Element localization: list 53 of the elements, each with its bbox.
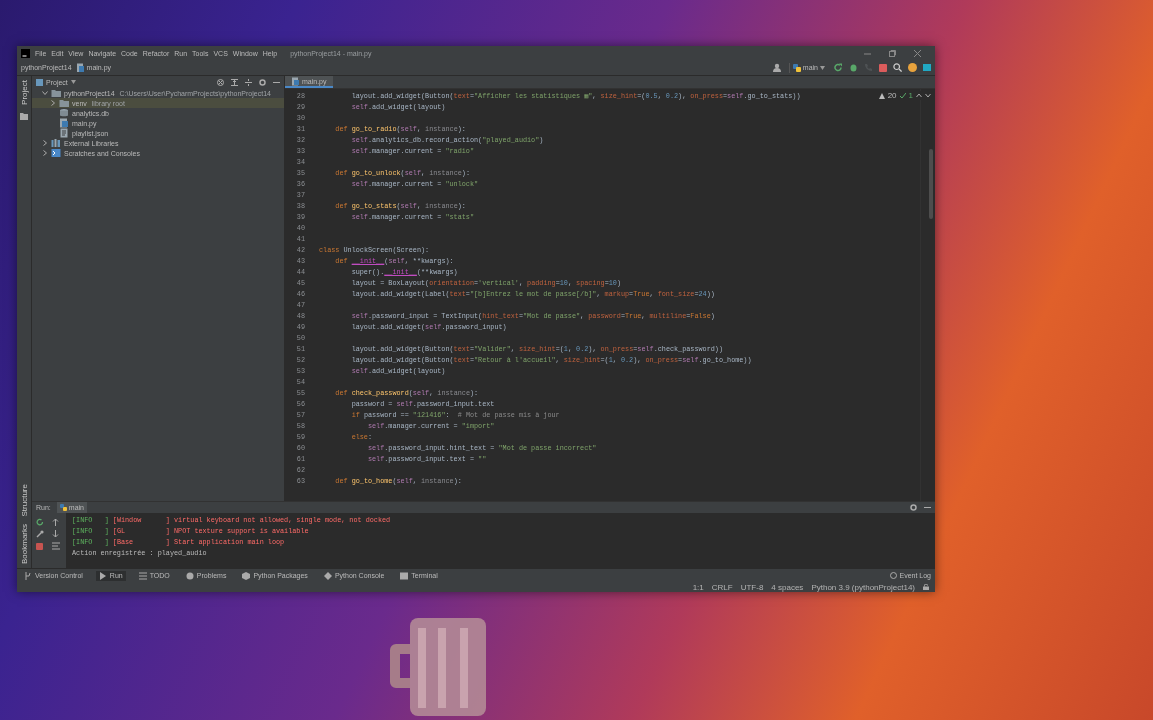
tool-window-label[interactable]: Project xyxy=(19,80,29,105)
scrollbar-thumb[interactable] xyxy=(929,149,933,219)
app-logo-icon xyxy=(21,48,30,58)
caret-icon xyxy=(820,65,825,70)
diamond-icon xyxy=(323,571,332,580)
list-icon xyxy=(138,571,147,580)
wrench-icon[interactable] xyxy=(36,530,44,538)
chevron-down-icon xyxy=(925,93,931,98)
folder-icon[interactable] xyxy=(20,112,28,120)
restore-icon[interactable] xyxy=(889,49,896,57)
tool-window-label[interactable]: Bookmarks xyxy=(19,524,29,564)
library-icon xyxy=(51,138,61,148)
chevron-right-icon[interactable] xyxy=(50,100,56,106)
expand-all-icon[interactable] xyxy=(245,78,252,86)
check-icon xyxy=(899,92,906,99)
user-icon[interactable] xyxy=(772,63,783,72)
arrow-down-icon[interactable] xyxy=(52,530,59,538)
status-item[interactable]: CRLF xyxy=(711,582,733,592)
json-file-icon xyxy=(59,128,69,138)
package-icon xyxy=(242,571,251,580)
stop-icon[interactable] xyxy=(879,63,887,72)
chevron-up-icon xyxy=(916,93,922,98)
python-file-icon xyxy=(75,63,84,72)
rerun-icon[interactable] xyxy=(36,518,44,526)
status-item[interactable]: 4 spaces xyxy=(771,582,804,592)
python-file-icon xyxy=(59,118,69,128)
python-icon xyxy=(792,63,801,72)
lock-icon[interactable] xyxy=(923,584,929,590)
status-item[interactable]: UTF-8 xyxy=(740,582,764,592)
status-item[interactable]: Python 3.9 (pythonProject14) xyxy=(811,582,915,592)
console-icon xyxy=(51,148,61,158)
panel-icon xyxy=(36,78,43,86)
chevron-right-icon[interactable] xyxy=(42,140,48,146)
branch-icon xyxy=(24,571,32,580)
chevron-right-icon[interactable] xyxy=(42,150,48,156)
python-icon xyxy=(59,504,67,511)
inspection-widget[interactable]: 20 1 xyxy=(878,91,931,100)
rerun-icon[interactable] xyxy=(834,63,843,72)
chevron-down-icon[interactable] xyxy=(42,90,48,96)
status-item[interactable]: 1:1 xyxy=(692,582,704,592)
caret-icon xyxy=(70,80,76,84)
target-icon[interactable] xyxy=(217,78,224,86)
hide-icon[interactable] xyxy=(924,504,931,511)
arrow-up-icon[interactable] xyxy=(52,518,59,526)
python-file-icon xyxy=(291,76,299,86)
search-icon[interactable] xyxy=(893,63,902,72)
close-icon[interactable] xyxy=(914,49,921,57)
database-icon xyxy=(59,108,69,118)
stop-icon[interactable] xyxy=(36,542,43,550)
soft-wrap-icon[interactable] xyxy=(52,542,60,550)
play-icon xyxy=(98,571,107,580)
tool-window-label[interactable]: Structure xyxy=(19,483,29,516)
collapse-all-icon[interactable] xyxy=(231,78,238,86)
